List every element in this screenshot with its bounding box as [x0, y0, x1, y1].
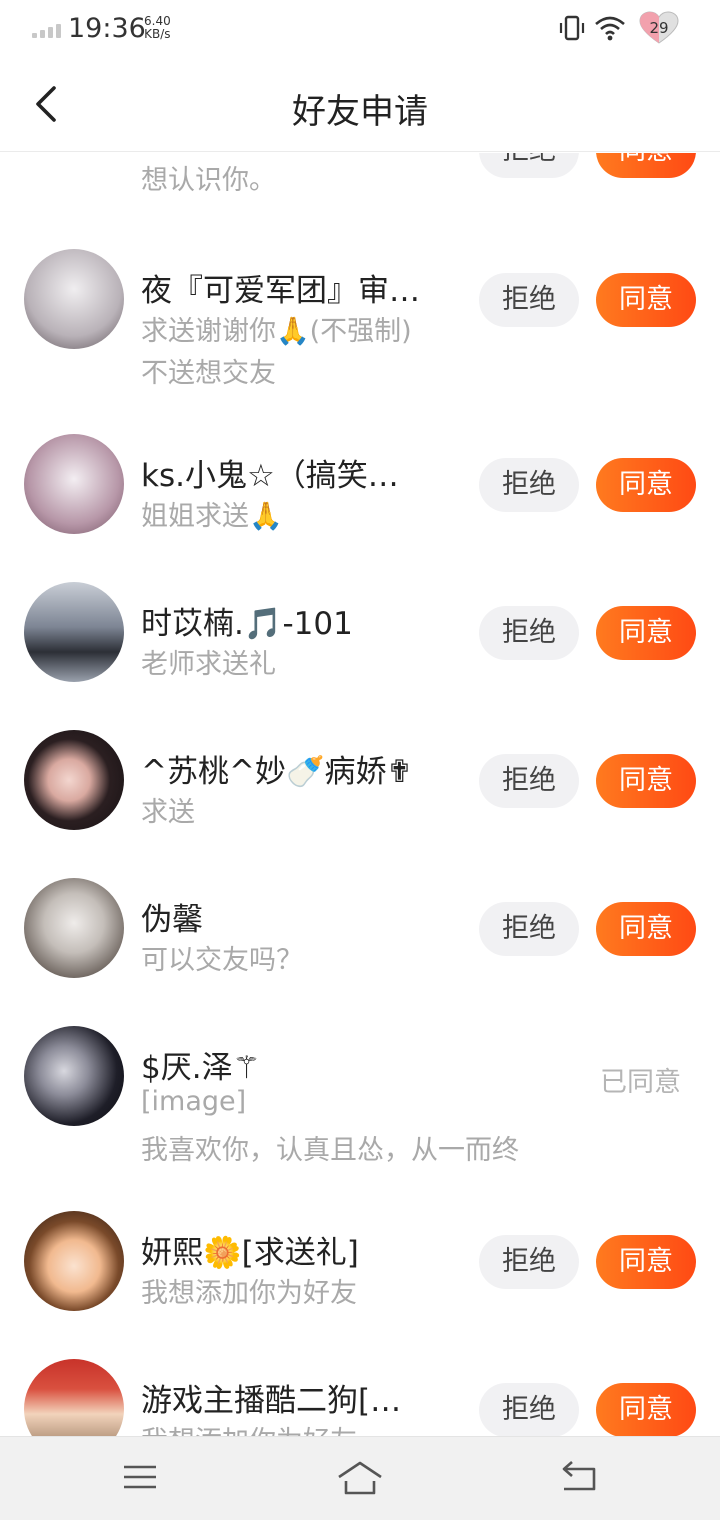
friend-request-row[interactable]: 伪馨 可以交友吗？ 拒绝 同意	[0, 878, 720, 998]
signal-icon	[32, 24, 62, 38]
friend-request-row[interactable]: 游戏主播酷二狗[… 我想添加你为好友 拒绝 同意	[0, 1359, 720, 1436]
network-speed-unit: KB/s	[144, 27, 171, 41]
system-nav-bar	[0, 1436, 720, 1520]
avatar[interactable]	[24, 878, 124, 978]
avatar[interactable]	[24, 582, 124, 682]
requester-name: $厌.泽⚚	[141, 1050, 261, 1086]
avatar[interactable]	[24, 1359, 124, 1436]
battery-level: 29	[649, 19, 669, 37]
request-message: 想认识你。	[141, 165, 276, 196]
avatar[interactable]	[24, 730, 124, 830]
avatar[interactable]	[24, 434, 124, 534]
accept-button[interactable]: 同意	[596, 902, 696, 956]
request-message: 我想添加你为好友	[141, 1419, 357, 1436]
accept-button[interactable]: 同意	[596, 153, 696, 178]
requester-name: ^苏桃^妙🍼病娇✟	[141, 754, 413, 790]
request-message: 不送想交友	[141, 358, 276, 389]
vibrate-icon	[559, 15, 585, 41]
network-speed: 6.40 KB/s	[144, 15, 171, 41]
friend-request-row[interactable]: 时苡楠.🎵-101 老师求送礼 拒绝 同意	[0, 582, 720, 702]
page-header: 好友申请	[0, 60, 720, 152]
accept-button[interactable]: 同意	[596, 458, 696, 512]
status-time: 19:36	[68, 13, 146, 44]
accept-button[interactable]: 同意	[596, 606, 696, 660]
accept-button[interactable]: 同意	[596, 1235, 696, 1289]
friend-request-row[interactable]: 妍熙🌼[求送礼] 我想添加你为好友 拒绝 同意	[0, 1211, 720, 1331]
accept-button[interactable]: 同意	[596, 754, 696, 808]
reject-button[interactable]: 拒绝	[479, 1383, 579, 1436]
requester-name: ks.小鬼☆（搞笑…	[141, 458, 399, 494]
back-nav-icon[interactable]	[558, 1459, 598, 1495]
request-message: [image]	[141, 1086, 247, 1117]
reject-button[interactable]: 拒绝	[479, 902, 579, 956]
reject-button[interactable]: 拒绝	[479, 458, 579, 512]
menu-icon[interactable]	[122, 1459, 158, 1495]
friend-request-row[interactable]: 想认识你。 拒绝 同意	[0, 153, 720, 200]
accept-button[interactable]: 同意	[596, 1383, 696, 1436]
accept-button[interactable]: 同意	[596, 273, 696, 327]
requester-name: 伪馨	[141, 902, 203, 938]
status-bar: 19:36 6.40 KB/s 29	[0, 0, 720, 60]
request-message: 求送	[141, 797, 195, 828]
request-message: 我想添加你为好友	[141, 1278, 357, 1309]
avatar[interactable]	[24, 1211, 124, 1311]
accepted-status: 已同意	[600, 1067, 681, 1098]
friend-request-row[interactable]: ^苏桃^妙🍼病娇✟ 求送 拒绝 同意	[0, 730, 720, 850]
request-message: 求送谢谢你🙏(不强制)	[141, 316, 412, 347]
friend-request-row[interactable]: ks.小鬼☆（搞笑… 姐姐求送🙏 拒绝 同意	[0, 434, 720, 554]
requester-name: 时苡楠.🎵-101	[141, 606, 353, 642]
avatar[interactable]	[24, 249, 124, 349]
request-message: 老师求送礼	[141, 649, 276, 680]
friend-request-list[interactable]: 想认识你。 拒绝 同意 夜『可爱军团』审… 求送谢谢你🙏(不强制) 不送想交友 …	[0, 153, 720, 1436]
requester-name: 夜『可爱军团』审…	[141, 273, 420, 309]
requester-name: 妍熙🌼[求送礼]	[141, 1235, 359, 1271]
wifi-icon	[595, 16, 625, 41]
avatar[interactable]	[24, 1026, 124, 1126]
request-message: 我喜欢你，认真且怂，从一而终	[141, 1135, 519, 1166]
page-title: 好友申请	[292, 92, 428, 132]
reject-button[interactable]: 拒绝	[479, 754, 579, 808]
reject-button[interactable]: 拒绝	[479, 1235, 579, 1289]
reject-button[interactable]: 拒绝	[479, 273, 579, 327]
request-message: 可以交友吗？	[141, 945, 303, 976]
friend-request-row[interactable]: $厌.泽⚚ [image] 我喜欢你，认真且怂，从一而终 已同意	[0, 1026, 720, 1174]
home-icon[interactable]	[336, 1459, 384, 1499]
reject-button[interactable]: 拒绝	[479, 153, 579, 178]
request-message: 姐姐求送🙏	[141, 501, 283, 532]
requester-name: 游戏主播酷二狗[…	[141, 1383, 402, 1419]
friend-request-row[interactable]: 夜『可爱军团』审… 求送谢谢你🙏(不强制) 不送想交友 拒绝 同意	[0, 249, 720, 397]
reject-button[interactable]: 拒绝	[479, 606, 579, 660]
battery-indicator: 29	[638, 10, 680, 46]
